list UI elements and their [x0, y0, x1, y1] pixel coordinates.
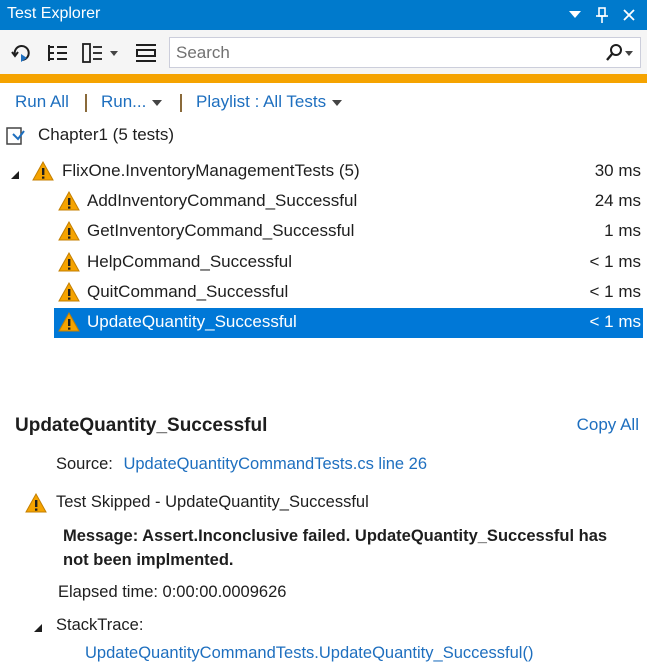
playlist-label: Playlist : All Tests — [196, 92, 327, 111]
source-link[interactable]: UpdateQuantityCommandTests.cs line 26 — [123, 455, 427, 473]
test-row[interactable]: GetInventoryCommand_Successful 1 ms — [54, 217, 643, 247]
run-all-link[interactable]: Run All — [15, 92, 69, 112]
source-row: Source: UpdateQuantityCommandTests.cs li… — [56, 455, 427, 474]
tree-group-node[interactable]: FlixOne.InventoryManagementTests (5) 30 … — [0, 157, 647, 187]
chevron-down-icon — [332, 99, 343, 106]
playlist-dropdown[interactable]: Playlist : All Tests — [196, 92, 343, 112]
warning-icon — [58, 312, 80, 332]
title-bar: Test Explorer — [0, 0, 647, 30]
group-duration: 30 ms — [594, 161, 641, 180]
stacktrace-link[interactable]: UpdateQuantityCommandTests.UpdateQuantit… — [85, 644, 533, 663]
dropdown-icon[interactable] — [565, 5, 585, 25]
test-row[interactable]: HelpCommand_Successful < 1 ms — [54, 248, 643, 278]
warning-icon — [32, 160, 54, 181]
project-label: Chapter1 (5 tests) — [38, 125, 175, 144]
test-row[interactable]: UpdateQuantity_Successful < 1 ms — [54, 308, 643, 339]
test-name: GetInventoryCommand_Successful — [87, 221, 355, 241]
test-name: UpdateQuantity_Successful — [87, 312, 297, 332]
tree-project-node[interactable]: Chapter1 (5 tests) — [0, 121, 647, 151]
test-name: AddInventoryCommand_Successful — [87, 191, 358, 210]
warning-icon — [58, 190, 80, 211]
test-row[interactable]: AddInventoryCommand_Successful 24 ms — [54, 187, 643, 217]
warning-icon — [58, 221, 80, 241]
search-box — [169, 37, 641, 68]
search-icon[interactable] — [604, 43, 634, 63]
expanded-arrow-icon[interactable] — [9, 166, 21, 179]
close-icon[interactable] — [619, 5, 639, 25]
group-label: FlixOne.InventoryManagementTests (5) — [62, 161, 360, 180]
copy-all-link[interactable]: Copy All — [577, 415, 639, 435]
run-dropdown[interactable]: Run... — [101, 92, 163, 112]
test-duration: 1 ms — [604, 221, 641, 241]
test-duration: < 1 ms — [589, 312, 642, 332]
source-label: Source: — [56, 455, 113, 473]
group-by-icon[interactable] — [44, 40, 70, 66]
test-duration: 24 ms — [594, 191, 641, 210]
run-label: Run... — [101, 92, 147, 111]
test-duration: < 1 ms — [589, 251, 642, 271]
command-bar: Run All Run... Playlist : All Tests — [0, 83, 647, 119]
test-name: QuitCommand_Successful — [87, 281, 289, 301]
test-duration: < 1 ms — [589, 281, 642, 301]
expanded-arrow-icon[interactable] — [32, 620, 44, 639]
warning-icon — [25, 492, 47, 518]
status-text: Test Skipped - UpdateQuantity_Successful — [56, 493, 369, 511]
warning-icon — [58, 281, 80, 302]
window-title: Test Explorer — [7, 5, 101, 22]
toolbar — [0, 30, 647, 74]
pin-icon[interactable] — [592, 5, 612, 25]
search-input[interactable] — [176, 42, 596, 64]
test-row[interactable]: QuitCommand_Successful < 1 ms — [54, 278, 643, 308]
run-refresh-icon[interactable] — [8, 40, 34, 66]
elapsed-time: Elapsed time: 0:00:00.0009626 — [58, 583, 287, 601]
playlist-icon[interactable] — [80, 40, 124, 66]
test-name: HelpCommand_Successful — [87, 251, 293, 271]
warning-icon — [58, 251, 80, 272]
error-message: Message: Assert.Inconclusive failed. Upd… — [63, 527, 608, 569]
chevron-down-icon — [152, 99, 163, 106]
stacktrace-label: StackTrace: — [56, 616, 144, 634]
detail-title: UpdateQuantity_Successful — [15, 415, 268, 436]
status-bar-warning — [0, 74, 647, 83]
expand-collapse-icon[interactable] — [133, 40, 159, 66]
separator — [85, 94, 87, 112]
visual-studio-project-icon — [6, 126, 28, 146]
separator — [180, 94, 182, 112]
